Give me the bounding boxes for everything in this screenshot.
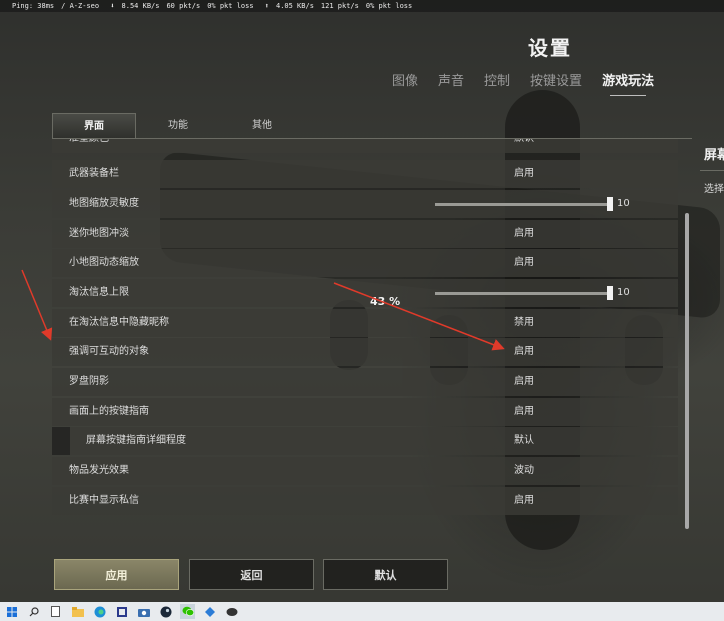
subtab-functions[interactable]: 功能 bbox=[136, 113, 220, 139]
download-packets: 60 pkt/s bbox=[166, 2, 201, 10]
setting-value[interactable]: 启用 bbox=[514, 338, 534, 366]
setting-label: 物品发光效果 bbox=[69, 465, 129, 476]
settings-list: 准星颜色 默认 武器装备栏 启用 地图缩放灵敏度 10 迷你地图冲淡 启用 小地… bbox=[52, 139, 678, 517]
download-icon: ⬇ bbox=[110, 2, 115, 10]
tab-audio[interactable]: 声音 bbox=[438, 70, 464, 90]
setting-label: 地图缩放灵敏度 bbox=[69, 198, 139, 209]
ping-text: Ping: 38ms bbox=[12, 2, 55, 10]
setting-label: 画面上的按键指南 bbox=[69, 406, 149, 417]
setting-label: 在淘汰信息中隐藏昵称 bbox=[69, 317, 169, 328]
slider-value: 10 bbox=[617, 287, 630, 298]
setting-row[interactable]: 地图缩放灵敏度 10 bbox=[52, 190, 678, 218]
setting-row[interactable]: 画面上的按键指南 启用 bbox=[52, 398, 678, 426]
search-icon[interactable] bbox=[26, 604, 41, 619]
camera-icon[interactable] bbox=[136, 604, 151, 619]
setting-label: 屏幕按键指南详细程度 bbox=[86, 435, 186, 446]
map-zoom-slider-track[interactable] bbox=[435, 203, 611, 206]
setting-value[interactable]: 启用 bbox=[514, 249, 534, 277]
kill-feed-slider-track[interactable] bbox=[435, 292, 611, 295]
folder-icon[interactable] bbox=[70, 604, 85, 619]
setting-label: 迷你地图冲淡 bbox=[69, 228, 129, 239]
setting-label: 准星颜色 bbox=[69, 139, 109, 153]
download-rate: 8.54 KB/s bbox=[121, 2, 160, 10]
setting-label: 罗盘阴影 bbox=[69, 376, 109, 387]
back-button[interactable]: 返回 bbox=[189, 559, 314, 590]
setting-row[interactable]: 比赛中显示私信 启用 bbox=[52, 487, 678, 515]
subtab-other[interactable]: 其他 bbox=[220, 113, 304, 139]
page-title: 设置 bbox=[528, 36, 572, 60]
kill-feed-slider-handle[interactable] bbox=[607, 286, 613, 300]
setting-value[interactable]: 启用 bbox=[514, 368, 534, 396]
setting-label: 淘汰信息上限 bbox=[69, 287, 129, 298]
upload-icon: ⬆ bbox=[264, 2, 269, 10]
edge-icon[interactable] bbox=[92, 604, 107, 619]
setting-value[interactable]: 启用 bbox=[514, 398, 534, 426]
steam-icon[interactable] bbox=[158, 604, 173, 619]
reset-default-button[interactable]: 默认 bbox=[323, 559, 448, 590]
setting-value[interactable]: 启用 bbox=[514, 487, 534, 515]
setting-value[interactable]: 启用 bbox=[514, 220, 534, 248]
upload-packets: 121 pkt/s bbox=[320, 2, 359, 10]
settings-category-tabs: 图像 声音 控制 按键设置 游戏玩法 bbox=[392, 70, 674, 96]
subtab-interface[interactable]: 界面 bbox=[52, 113, 136, 139]
file-icon[interactable] bbox=[48, 604, 63, 619]
setting-value[interactable]: 波动 bbox=[514, 457, 534, 485]
setting-row[interactable]: 武器装备栏 启用 bbox=[52, 160, 678, 188]
wechat-icon[interactable] bbox=[180, 604, 195, 619]
chat-icon[interactable] bbox=[224, 604, 239, 619]
windows-icon[interactable] bbox=[4, 604, 19, 619]
upload-rate: 4.05 KB/s bbox=[275, 2, 314, 10]
server-text: / A-Z-seo bbox=[61, 2, 100, 10]
setting-row[interactable]: 小地图动态缩放 启用 bbox=[52, 249, 678, 277]
description-divider bbox=[700, 170, 724, 171]
setting-row[interactable]: 淘汰信息上限 10 bbox=[52, 279, 678, 307]
setting-value[interactable]: 默认 bbox=[514, 139, 534, 153]
gameplay-sub-tabs: 界面 功能 其他 bbox=[52, 113, 304, 139]
tab-gameplay[interactable]: 游戏玩法 bbox=[602, 70, 654, 96]
setting-value[interactable]: 禁用 bbox=[514, 309, 534, 337]
tab-keybindings[interactable]: 按键设置 bbox=[530, 70, 582, 90]
setting-value[interactable]: 启用 bbox=[514, 160, 534, 188]
annotation-percent: 43 % bbox=[370, 295, 401, 308]
network-status-bar: Ping: 38ms / A-Z-seo ⬇ 8.54 KB/s 60 pkt/s 0%… bbox=[0, 0, 724, 12]
setting-row[interactable]: 强调可互动的对象 启用 bbox=[52, 338, 678, 366]
setting-row[interactable]: 屏幕按键指南详细程度 默认 bbox=[52, 427, 678, 455]
setting-row[interactable]: 物品发光效果 波动 bbox=[52, 457, 678, 485]
windows-taskbar bbox=[0, 602, 724, 621]
tab-controls[interactable]: 控制 bbox=[484, 70, 510, 90]
setting-row[interactable]: 准星颜色 默认 bbox=[52, 139, 678, 153]
setting-row[interactable]: 罗盘阴影 启用 bbox=[52, 368, 678, 396]
slider-value: 10 bbox=[617, 198, 630, 209]
apply-button[interactable]: 应用 bbox=[54, 559, 179, 590]
description-text: 选择 bbox=[704, 184, 724, 195]
download-loss: 0% pkt loss bbox=[207, 2, 254, 10]
game-icon[interactable] bbox=[202, 604, 217, 619]
map-zoom-slider-handle[interactable] bbox=[607, 197, 613, 211]
settings-scrollbar[interactable] bbox=[685, 213, 689, 529]
setting-label: 比赛中显示私信 bbox=[69, 495, 139, 506]
upload-loss: 0% pkt loss bbox=[365, 2, 413, 10]
annotation-arrow bbox=[21, 269, 53, 341]
description-title: 屏幕 bbox=[704, 148, 724, 163]
app-icon[interactable] bbox=[114, 604, 129, 619]
setting-label: 小地图动态缩放 bbox=[69, 257, 139, 268]
setting-label: 武器装备栏 bbox=[69, 168, 119, 179]
tab-graphics[interactable]: 图像 bbox=[392, 70, 418, 90]
setting-label: 强调可互动的对象 bbox=[69, 346, 149, 357]
setting-row[interactable]: 在淘汰信息中隐藏昵称 禁用 bbox=[52, 309, 678, 337]
setting-value[interactable]: 默认 bbox=[514, 427, 534, 455]
setting-row[interactable]: 迷你地图冲淡 启用 bbox=[52, 220, 678, 248]
